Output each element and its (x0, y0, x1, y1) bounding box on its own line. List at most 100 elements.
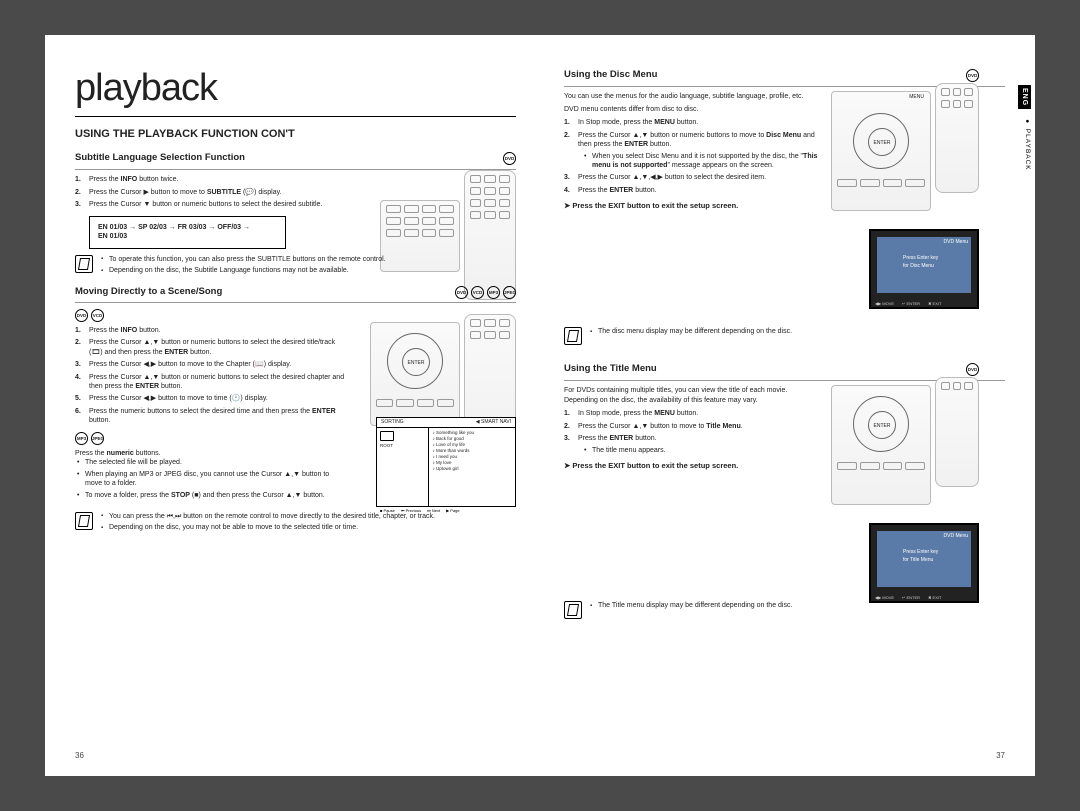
rule (75, 116, 516, 117)
step: Press the Cursor ◀,▶ button to move to t… (89, 360, 348, 369)
tv-screen-illustration: DVD Menu Press Enter key for Disc Menu ◀… (869, 229, 979, 309)
sub-bullet: The title menu appears. (592, 446, 820, 455)
step: Press the numeric buttons to select the … (89, 407, 348, 426)
subtitle-sequence-box: EN 01/03 SP 02/03 FR 03/03 OFF/03 EN 01/… (89, 216, 286, 249)
media-badges: DVD (966, 69, 979, 82)
badge: DVD (75, 309, 88, 322)
page-left: playback USING THE PLAYBACK FUNCTION CON… (45, 35, 540, 776)
media-badges: DVD VCD MP3 JPEG (455, 286, 516, 299)
step: Press the INFO button. (89, 326, 348, 335)
thin-rule (75, 169, 516, 170)
note-list: The disc menu display may be different d… (588, 327, 792, 338)
enter-button-label: ENTER (868, 411, 896, 439)
exit-instruction: Press the EXIT button to exit the setup … (564, 201, 820, 211)
block-disc-menu: DVD Using the Disc Menu You can use the … (564, 69, 1005, 349)
step: Press the Cursor ▲,▼,◀,▶ button to selec… (578, 173, 820, 182)
steps-list: Press the INFO button. Press the Cursor ▲… (75, 326, 348, 426)
step: Press the Cursor ▲,▼ button or numeric b… (89, 373, 348, 392)
section-heading: USING THE PLAYBACK FUNCTION CON'T (75, 127, 516, 142)
remote-illustration (935, 377, 979, 487)
badge: JPEG (503, 286, 516, 299)
body-column: For DVDs containing multiple titles, you… (564, 386, 820, 471)
body-column: You can use the menus for the audio lang… (564, 92, 820, 211)
step: Press the INFO button twice. (89, 175, 348, 184)
note-item: Depending on the disc, you may not be ab… (109, 523, 435, 532)
chapter-title: playback (75, 63, 516, 114)
note-item: The disc menu display may be different d… (598, 327, 792, 336)
side-tab: ENG ● PLAYBACK (1018, 85, 1031, 174)
manual-spread: playback USING THE PLAYBACK FUNCTION CON… (45, 35, 1035, 776)
file-list-panel: SORTING ◀ SMART NAVI ROOT Something like… (376, 417, 516, 507)
badge: VCD (471, 286, 484, 299)
body-column: Press the INFO button twice. Press the C… (75, 175, 348, 248)
page-number: 36 (75, 751, 84, 762)
paragraph: You can use the menus for the audio lang… (564, 92, 820, 101)
remote-zoom-illustration (380, 200, 460, 272)
note-icon (75, 512, 93, 530)
enter-button-label: ENTER (402, 348, 430, 376)
step: Press the Cursor ▶ button to move to SUB… (89, 188, 348, 197)
exit-instruction: Press the EXIT button to exit the setup … (564, 461, 820, 471)
badge: VCD (91, 309, 104, 322)
step: Press the ENTER button. (578, 186, 820, 195)
paragraph: Press the numeric buttons. (75, 449, 331, 458)
section-tab: ● PLAYBACK (1018, 115, 1031, 174)
subheading: Using the Title Menu (564, 363, 1005, 376)
media-badges: DVD (966, 363, 979, 376)
media-badges: DVD (503, 152, 516, 165)
badge-row: DVD VCD (75, 309, 516, 322)
step: In Stop mode, press the MENU button. (578, 409, 820, 418)
tv-screen-illustration: DVD Menu Press Enter key for Title Menu … (869, 523, 979, 603)
step: Press the ENTER button.The title menu ap… (578, 434, 820, 455)
step: Press the Cursor ◀,▶ button to move to t… (89, 394, 348, 403)
note-list: You can press the ⏮,⏭ button on the remo… (99, 512, 435, 535)
note-list: The Title menu display may be different … (588, 601, 792, 612)
body-column: Press the numeric buttons. The selected … (75, 449, 331, 500)
block-subtitle-function: DVD Subtitle Language Selection Function… (75, 152, 516, 277)
badge-dvd: DVD (966, 69, 979, 82)
note-list: To operate this function, you can also p… (99, 255, 386, 278)
note-box: The Title menu display may be different … (564, 601, 1005, 619)
steps-list: Press the INFO button twice. Press the C… (75, 175, 348, 209)
remote-zoom-illustration: ENTER (831, 385, 931, 505)
steps-list: In Stop mode, press the MENU button. Pres… (564, 409, 820, 455)
block-moving-scene: DVD VCD MP3 JPEG Moving Directly to a Sc… (75, 286, 516, 535)
page-right: ENG ● PLAYBACK DVD Using the Disc Menu Y… (540, 35, 1035, 776)
page-number: 37 (996, 751, 1005, 762)
steps-list: In Stop mode, press the MENU button. Pres… (564, 118, 820, 195)
footer-hint: ▶ Page (446, 508, 460, 513)
folder-pane: ROOT (377, 428, 429, 506)
body-column: Press the INFO button. Press the Cursor ▲… (75, 326, 348, 426)
note-icon (75, 255, 93, 273)
remote-zoom-illustration: MENU ENTER (831, 91, 931, 211)
step: Press the Cursor ▲,▼ button or numeric b… (89, 338, 348, 357)
note-item: The Title menu display may be different … (598, 601, 792, 610)
panel-header-right: ◀ SMART NAVI (476, 419, 511, 426)
block-title-menu: DVD Using the Title Menu For DVDs contai… (564, 363, 1005, 623)
sub-bullet: When you select Disc Menu and it is not … (592, 152, 820, 171)
step: Press the Cursor ▲,▼ button to move to T… (578, 422, 820, 431)
bullet-item: To move a folder, press the STOP (■) and… (85, 491, 331, 500)
bullet-item: When playing an MP3 or JPEG disc, you ca… (85, 470, 331, 489)
lang-tab: ENG (1018, 85, 1031, 109)
enter-button-label: ENTER (868, 128, 896, 156)
note-box: You can press the ⏮,⏭ button on the remo… (75, 512, 516, 535)
thin-rule (75, 302, 516, 303)
note-item: To operate this function, you can also p… (109, 255, 386, 264)
remote-illustration (935, 83, 979, 193)
file-pane: Something like youBack for goodLove of m… (429, 428, 515, 506)
note-icon (564, 601, 582, 619)
note-box: The disc menu display may be different d… (564, 327, 1005, 345)
badge: MP3 (487, 286, 500, 299)
step: Press the Cursor ▼ button or numeric but… (89, 200, 348, 209)
step: In Stop mode, press the MENU button. (578, 118, 820, 127)
panel-header-left: SORTING (381, 419, 404, 426)
remote-illustration (464, 170, 516, 300)
file-row: Uptown girl (432, 466, 512, 472)
note-icon (564, 327, 582, 345)
badge: MP3 (75, 432, 88, 445)
step: Press the Cursor ▲,▼ button or numeric b… (578, 131, 820, 171)
badge: DVD (455, 286, 468, 299)
subheading: Subtitle Language Selection Function (75, 152, 516, 165)
paragraph: For DVDs containing multiple titles, you… (564, 386, 820, 405)
